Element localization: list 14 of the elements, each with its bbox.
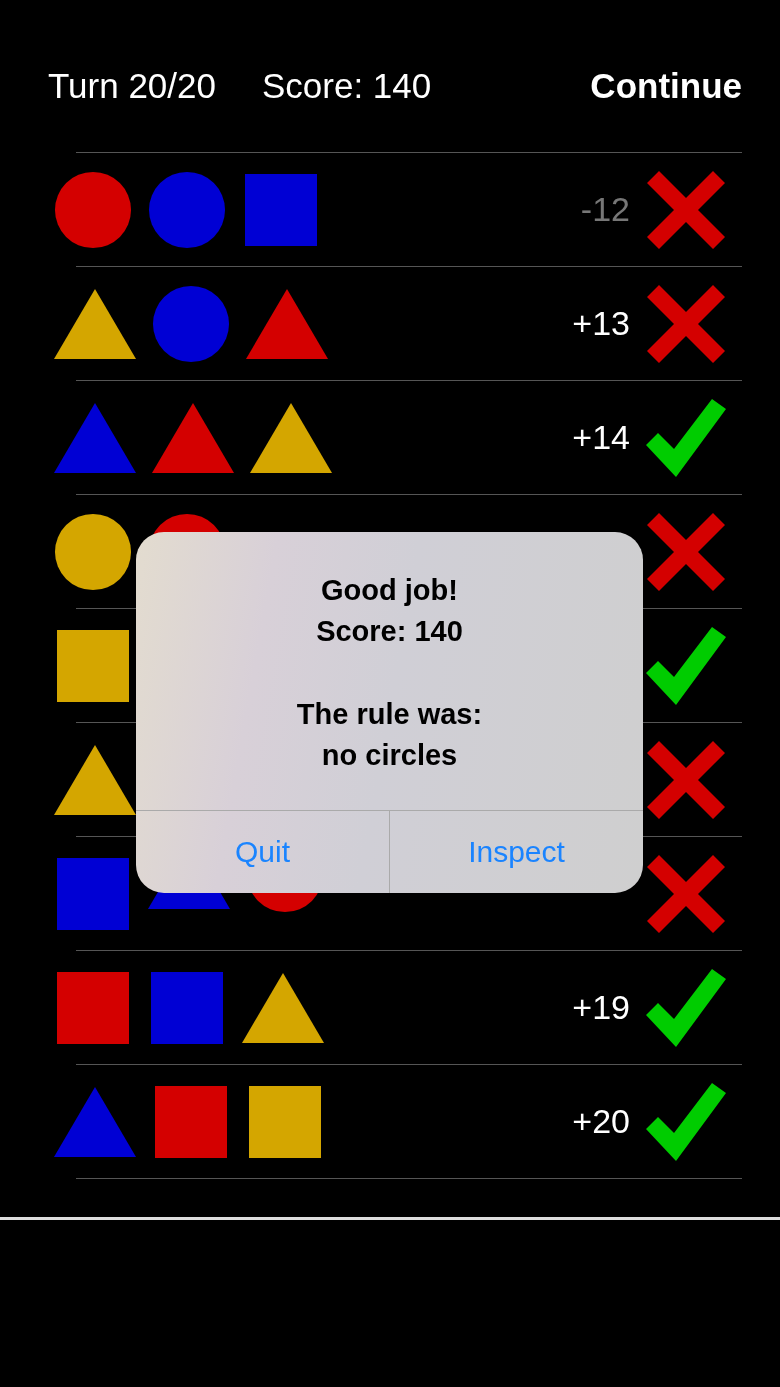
points-label: +13 [572,304,630,343]
alert-button[interactable]: Quit [136,811,389,893]
alert-title: Good job! [321,573,458,608]
points-label: +20 [572,1102,630,1141]
score-label: Score: 140 [262,66,432,106]
points-label: +19 [572,988,630,1027]
points-label: +14 [572,418,630,457]
points-label: -12 [580,190,630,229]
alert-button[interactable]: Inspect [389,811,643,893]
rule-label: The rule was: [296,697,483,732]
turn-counter: Turn 20/20 [48,66,216,106]
continue-button[interactable]: Continue [590,66,742,106]
rule-text: no circles [321,738,458,773]
alert-score: Score: 140 [316,614,463,649]
